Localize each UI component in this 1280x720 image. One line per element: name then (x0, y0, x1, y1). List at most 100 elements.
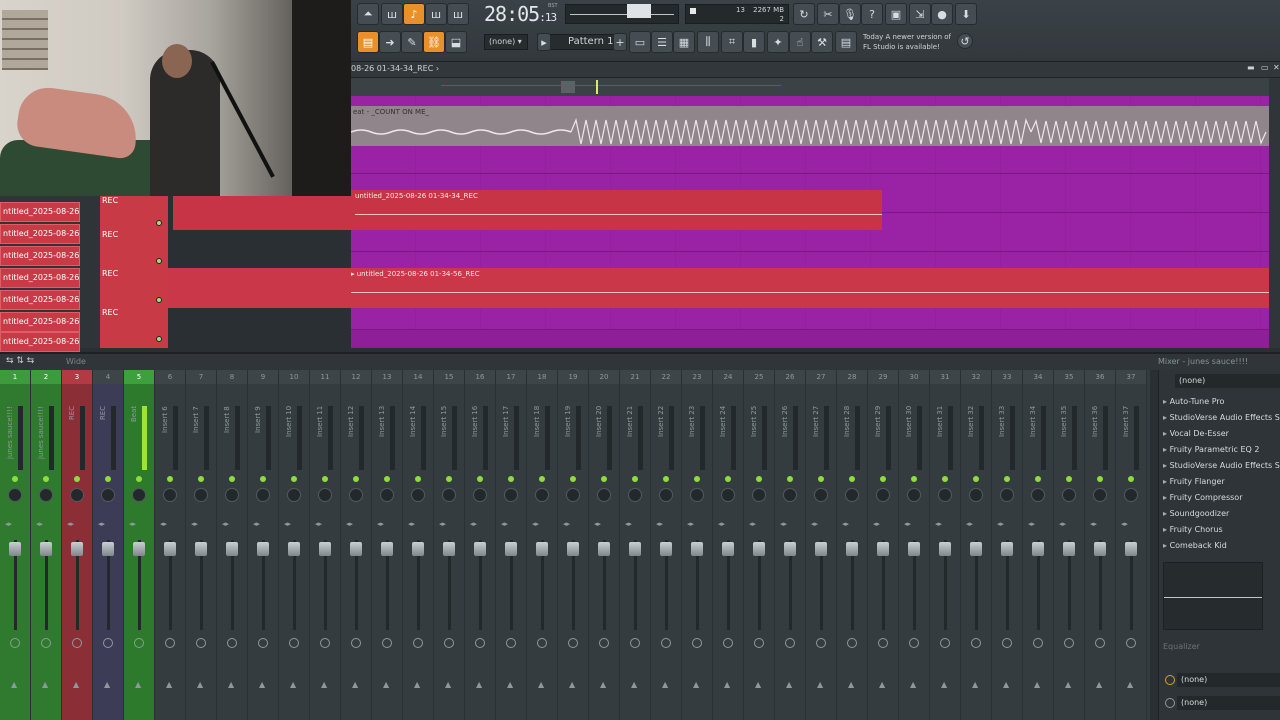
plugin-icon[interactable]: ▮ (743, 31, 765, 53)
send-arrow-icon[interactable]: ▲ (848, 680, 854, 689)
send-arrow-icon[interactable]: ▲ (197, 680, 203, 689)
pan-knob[interactable] (783, 488, 797, 502)
pan-knob[interactable] (1093, 488, 1107, 502)
strip-enable-led[interactable] (570, 476, 576, 482)
send-arrow-icon[interactable]: ▲ (42, 680, 48, 689)
playlist-vertical-scrollbar[interactable] (1269, 78, 1280, 348)
send-arrow-icon[interactable]: ▲ (693, 680, 699, 689)
pan-knob[interactable] (101, 488, 115, 502)
send-arrow-icon[interactable]: ▲ (600, 680, 606, 689)
route-icon[interactable] (692, 638, 702, 648)
stereo-swap-icon[interactable]: ◂▸ (718, 520, 738, 528)
pan-knob[interactable] (1000, 488, 1014, 502)
mixer-strip[interactable]: 11 Insert 11 ◂▸ ▲ (310, 370, 341, 720)
pan-knob[interactable] (504, 488, 518, 502)
mixer-strip[interactable]: 12 Insert 12 ◂▸ ▲ (341, 370, 372, 720)
strip-name[interactable]: Insert 34 (1029, 406, 1037, 476)
route-icon[interactable] (320, 638, 330, 648)
stereo-swap-icon[interactable]: ◂▸ (36, 520, 56, 528)
stereo-swap-icon[interactable]: ◂▸ (1090, 520, 1110, 528)
send-arrow-icon[interactable]: ▲ (352, 680, 358, 689)
send-arrow-icon[interactable]: ▲ (166, 680, 172, 689)
loop-record-icon[interactable]: ш (447, 3, 469, 25)
pan-knob[interactable] (70, 488, 84, 502)
mixer-strip[interactable]: 21 Insert 21 ◂▸ ▲ (620, 370, 651, 720)
pan-knob[interactable] (473, 488, 487, 502)
route-icon[interactable] (289, 638, 299, 648)
pan-knob[interactable] (566, 488, 580, 502)
pan-knob[interactable] (411, 488, 425, 502)
playlist-timeline[interactable] (351, 78, 1269, 96)
project-tree-icon[interactable]: ⌗ (721, 31, 743, 53)
route-icon[interactable] (1033, 638, 1043, 648)
pan-knob[interactable] (349, 488, 363, 502)
mixer-arrows-icon[interactable]: ⇆ ⇅ ⇆ (6, 356, 34, 366)
send-arrow-icon[interactable]: ▲ (1096, 680, 1102, 689)
mixer-strip[interactable]: 33 Insert 33 ◂▸ ▲ (992, 370, 1023, 720)
strip-name[interactable]: Insert 31 (936, 406, 944, 476)
stereo-swap-icon[interactable]: ◂▸ (625, 520, 645, 528)
route-icon[interactable] (10, 638, 20, 648)
strip-enable-led[interactable] (1004, 476, 1010, 482)
strip-enable-led[interactable] (973, 476, 979, 482)
pan-knob[interactable] (442, 488, 456, 502)
pan-knob[interactable] (659, 488, 673, 502)
rec-label[interactable]: REC (102, 196, 118, 205)
mixer-strip[interactable]: 31 Insert 31 ◂▸ ▲ (930, 370, 961, 720)
preset-select[interactable]: (none) ▾ (484, 34, 528, 50)
strip-name[interactable]: Insert 37 (1122, 406, 1130, 476)
track-name[interactable]: ntitled_2025-08-26 01-... (0, 224, 80, 244)
send-arrow-icon[interactable]: ▲ (414, 680, 420, 689)
volume-fader[interactable] (319, 542, 331, 556)
fx-slot[interactable]: Fruity Compressor (1163, 490, 1280, 505)
fx-input-select[interactable]: (none) (1175, 374, 1280, 388)
strip-name[interactable]: Beat (130, 406, 138, 476)
rec-label[interactable]: REC (102, 308, 118, 317)
pan-knob[interactable] (969, 488, 983, 502)
mixer-strip[interactable]: 35 Insert 35 ◂▸ ▲ (1054, 370, 1085, 720)
route-icon[interactable] (909, 638, 919, 648)
eq-graph[interactable] (1163, 562, 1263, 630)
volume-fader[interactable] (9, 542, 21, 556)
track-name[interactable]: ntitled_2025-08-26 01-... (0, 332, 80, 352)
mixer-strip[interactable]: 30 Insert 30 ◂▸ ▲ (899, 370, 930, 720)
mixer-strip[interactable]: 2 junes sauce!!!! ◂▸ ▲ (31, 370, 62, 720)
stereo-swap-icon[interactable]: ◂▸ (811, 520, 831, 528)
mixer-strip[interactable]: 8 Insert 8 ◂▸ ▲ (217, 370, 248, 720)
strip-enable-led[interactable] (849, 476, 855, 482)
strip-enable-led[interactable] (136, 476, 142, 482)
send-arrow-icon[interactable]: ▲ (507, 680, 513, 689)
fx-slot[interactable]: StudioVerse Audio Effects Ster... (1163, 410, 1280, 425)
timeline-marker[interactable] (561, 81, 575, 93)
strip-name[interactable]: REC (68, 406, 76, 476)
volume-fader[interactable] (784, 542, 796, 556)
strip-enable-led[interactable] (911, 476, 917, 482)
send-arrow-icon[interactable]: ▲ (259, 680, 265, 689)
volume-fader[interactable] (815, 542, 827, 556)
pan-knob[interactable] (1031, 488, 1045, 502)
cut-icon[interactable]: ✂ (817, 3, 839, 25)
pan-knob[interactable] (194, 488, 208, 502)
track-name[interactable]: ntitled_2025-08-26 01-... (0, 290, 80, 310)
route-icon[interactable] (1002, 638, 1012, 648)
stereo-swap-icon[interactable]: ◂▸ (377, 520, 397, 528)
mixer-strip[interactable]: 22 Insert 22 ◂▸ ▲ (651, 370, 682, 720)
close-icon[interactable]: ✕ (1273, 63, 1280, 72)
strip-name[interactable]: Insert 11 (316, 406, 324, 476)
send-arrow-icon[interactable]: ▲ (569, 680, 575, 689)
strip-name[interactable]: Insert 13 (378, 406, 386, 476)
track-enable-led[interactable] (156, 258, 162, 264)
strip-enable-led[interactable] (539, 476, 545, 482)
mixer-strip[interactable]: 25 Insert 25 ◂▸ ▲ (744, 370, 775, 720)
volume-fader[interactable] (288, 542, 300, 556)
send-arrow-icon[interactable]: ▲ (476, 680, 482, 689)
stereo-swap-icon[interactable]: ◂▸ (656, 520, 676, 528)
pan-knob[interactable] (256, 488, 270, 502)
link-icon[interactable]: ⛓ (423, 31, 445, 53)
mixer-strip[interactable]: 13 Insert 13 ◂▸ ▲ (372, 370, 403, 720)
route-icon[interactable] (134, 638, 144, 648)
pan-knob[interactable] (628, 488, 642, 502)
strip-name[interactable]: Insert 20 (595, 406, 603, 476)
mixer-strip[interactable]: 18 Insert 18 ◂▸ ▲ (527, 370, 558, 720)
volume-fader[interactable] (877, 542, 889, 556)
